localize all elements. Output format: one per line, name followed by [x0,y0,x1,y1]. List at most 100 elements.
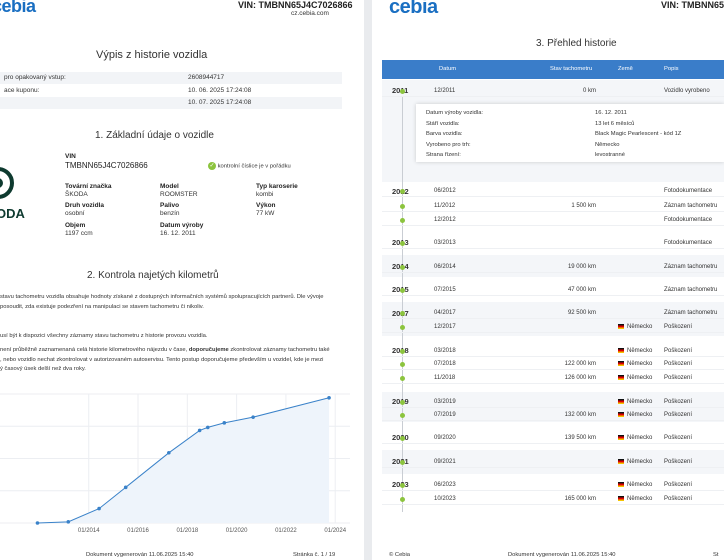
history-row: 07/2015 47 000 km Záznam tachometru [382,284,724,296]
timeline-dot-icon [400,288,405,293]
row-description: Poškození [664,375,693,381]
row-description: Fotodokumentace [664,217,713,223]
row-odometer: 19 000 km [567,264,596,270]
vin-header: VIN: TMBNN65J4C7026866 [238,0,353,10]
row-description: Fotodokumentace [664,240,713,246]
footer-page-number: St [713,552,719,558]
vin-value: TMBNN65J4C7026866 [65,161,148,170]
row-date: 07/2019 [434,412,456,418]
row-date: 03/2013 [434,240,456,246]
row-date: 06/2014 [434,264,456,270]
row-date: 12/2011 [434,88,456,94]
paragraph-line: stavu tachometru vozidla obsahuje hodnot… [0,294,324,300]
field-value: ŠKODA [65,191,88,198]
timeline-line [402,97,403,512]
field-value: 16. 12. 2011 [160,230,196,237]
timeline-dot-icon [400,204,405,209]
detail-label: Datum výroby vozidla: [426,110,484,116]
germany-flag-icon [618,361,624,366]
row-odometer: 47 000 km [567,287,596,293]
data-point [197,428,202,433]
row-date: 06/2012 [434,188,456,194]
info-row: pro opakovaný vstup: 2608944717 [0,72,342,84]
timeline-dot-icon [400,483,405,488]
field-value: benzín [160,210,180,217]
data-point [205,425,210,430]
germany-flag-icon [618,399,624,404]
row-country: Německo [618,496,652,502]
row-date: 03/2019 [434,399,456,405]
skoda-logo-text: ODA [0,206,25,221]
field-label: Objem [65,222,86,229]
data-point [327,395,331,400]
history-row: 09/2021 Německo Poškození [382,456,724,468]
detail-value: 16. 12. 2011 [595,110,627,116]
row-country: Německo [618,361,652,367]
row-date: 11/2012 [434,203,456,209]
field-value: 77 kW [256,210,275,217]
check-icon: ✓ [208,162,216,170]
paragraph-line: není průběžně zaznamenaná celá historie … [0,347,330,353]
history-row: 10/2023 165 000 km Německo Poškození [382,493,724,505]
report-page-1: cebia VIN: TMBNN65J4C7026866 cz.cebia.co… [0,0,364,560]
field-value: ROOMSTER [160,191,198,198]
data-point [222,421,227,425]
history-row: 06/2023 Německo Poškození [382,479,724,491]
row-description: Poškození [664,412,693,418]
row-country: Německo [618,375,652,381]
mileage-chart: 01/2014 01/2016 01/2018 01/2020 01/2022 01/20… [0,393,350,534]
history-row: 03/2013 Fotodokumentace [382,237,724,249]
section-title: 1. Základní údaje o vozidle [95,130,214,141]
data-point [66,520,71,524]
field-value: 1197 ccm [65,230,93,237]
row-date: 10/2023 [434,496,456,502]
row-date: 04/2017 [434,310,456,316]
site-url[interactable]: cz.cebia.com [291,10,329,17]
field-label: Model [160,183,179,190]
chart-area [37,397,330,523]
data-point [167,451,171,455]
row-date: 07/2015 [434,287,456,293]
col-description: Popis [664,66,679,72]
detail-value: Black Magic Pearlescent - kód 1Z [595,131,682,137]
timeline-dot-icon [400,362,405,367]
x-tick-label: 01/2022 [275,528,297,534]
row-date: 03/2018 [434,348,456,354]
history-row: 11/2018 126 000 km Německo Poškození [382,372,724,384]
field-label: Výkon [256,202,276,209]
timeline-dot-icon [400,325,405,330]
row-odometer: 92 500 km [567,310,596,316]
detail-label: Strana řízení: [426,152,461,158]
germany-flag-icon [618,459,624,464]
detail-label: Stáří vozidla: [426,120,460,127]
cebia-logo: cebia [0,0,36,16]
germany-flag-icon [618,348,624,353]
field-label: Tovární značka [65,183,112,190]
history-table-header: Datum Stav tachometru Země Popis [382,60,724,79]
footer-generated: Dokument vygenerován 11.06.2025 15:40 [508,552,616,558]
row-date: 06/2023 [434,482,456,488]
row-description: Poškození [664,482,693,488]
row-date: 12/2017 [434,324,456,330]
row-country: Německo [618,412,652,418]
detail-label: Barva vozidla: [426,131,463,137]
row-odometer: 0 km [582,88,596,94]
history-row: 06/2014 19 000 km Záznam tachometru [382,261,724,273]
row-country: Německo [618,459,652,465]
timeline-dot-icon [400,497,405,502]
row-description: Záznam tachometru [664,287,718,293]
history-row: 12/2017 Německo Poškození [382,321,724,333]
info-row: 10. 07. 2025 17:24:08 [0,97,342,109]
history-row: 12/2012 Fotodokumentace [382,214,724,226]
row-country: Německo [618,435,652,441]
paragraph-line: usí být k dispozici všechny záznamy stav… [0,333,208,339]
history-row: 04/2017 92 500 km Záznam tachometru [382,307,724,319]
info-row: ace kuponu: 10. 06. 2025 17:24:08 [4,87,252,94]
row-country: Německo [618,482,652,488]
row-description: Poškození [664,435,693,441]
timeline-dot-icon [400,376,405,381]
germany-flag-icon [618,435,624,440]
report-page-2: cebia VIN: TMBNN65J4 3. Přehled historie… [372,0,724,560]
history-row: 03/2019 Německo Poškození [382,396,724,408]
row-description: Záznam tachometru [664,310,718,316]
